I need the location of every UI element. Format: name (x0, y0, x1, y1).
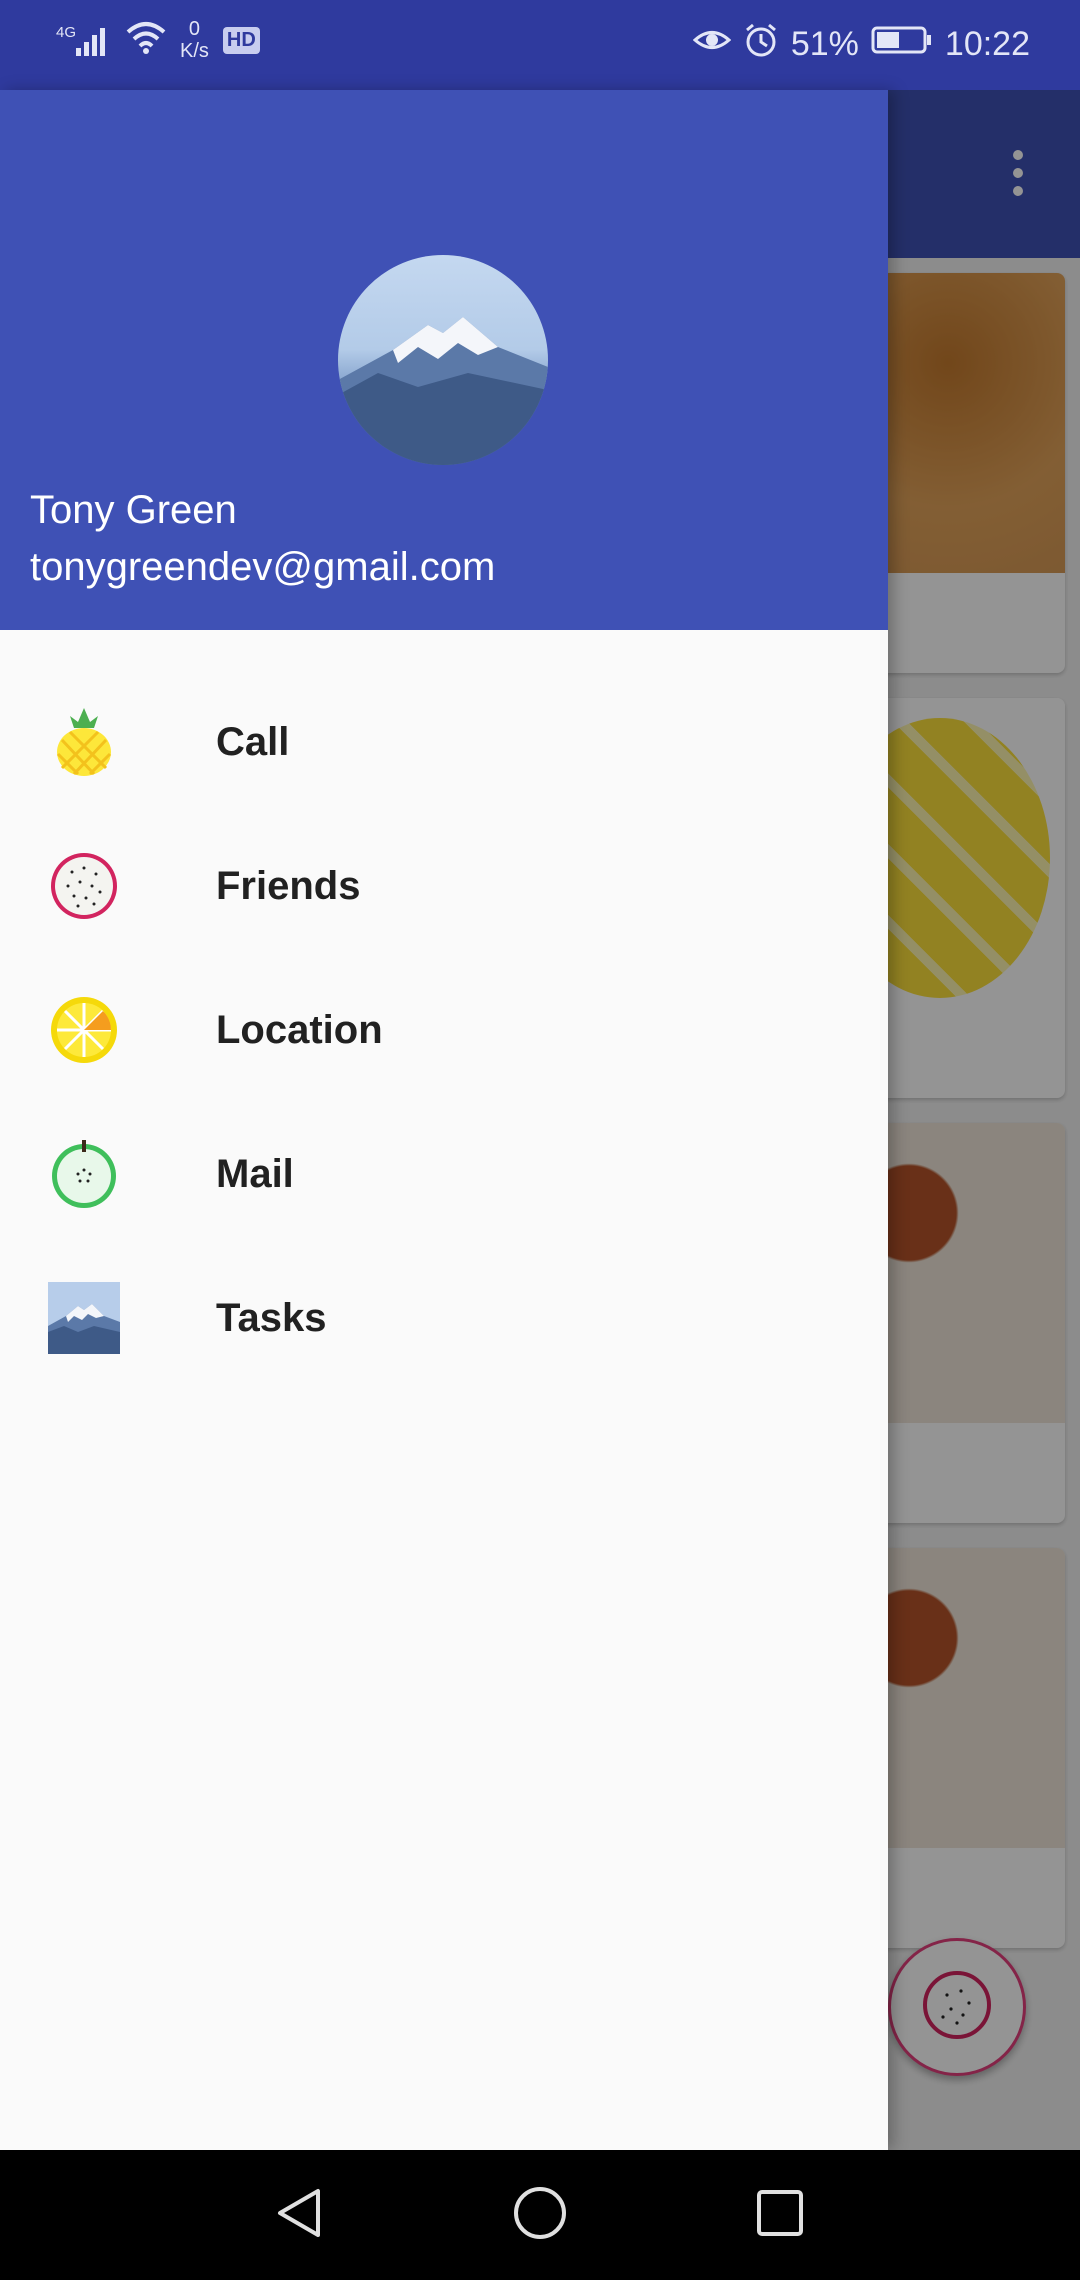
pineapple-icon (48, 706, 120, 778)
dragonfruit-icon (48, 850, 120, 922)
menu-item-label: Friends (216, 863, 361, 908)
battery-percent: 51% (790, 25, 859, 63)
navigation-drawer: Tony Green tonygreendev@gmail.com Call F… (0, 90, 888, 2150)
clock: 10:22 (944, 25, 1030, 63)
recents-button[interactable] (735, 2170, 825, 2260)
apple-icon (48, 1138, 120, 1210)
back-triangle-icon (270, 2183, 330, 2248)
wifi-icon (126, 20, 166, 61)
menu-item-label: Tasks (216, 1295, 327, 1340)
menu-item-friends[interactable]: Friends (0, 814, 888, 958)
alarm-icon (743, 22, 779, 67)
menu-item-label: Call (216, 719, 290, 764)
lemon-icon (48, 994, 120, 1066)
user-name: Tony Green (30, 488, 237, 532)
avatar[interactable] (338, 255, 548, 465)
status-bar: 4G 0 K/s HD 51% 10:22 (0, 0, 1080, 90)
back-button[interactable] (255, 2170, 345, 2260)
network-speed: 0 K/s (180, 18, 209, 62)
home-circle-icon (510, 2183, 570, 2248)
cellular-signal-icon: 4G (56, 20, 112, 60)
home-button[interactable] (495, 2170, 585, 2260)
menu-item-location[interactable]: Location (0, 958, 888, 1102)
drawer-menu: Call Friends Location Mail Tasks (0, 670, 888, 1390)
system-navigation-bar (0, 2150, 1080, 2280)
menu-item-label: Mail (216, 1151, 294, 1196)
eye-comfort-icon (692, 25, 732, 64)
menu-item-mail[interactable]: Mail (0, 1102, 888, 1246)
hd-badge: HD (222, 26, 260, 54)
menu-item-call[interactable]: Call (0, 670, 888, 814)
menu-item-tasks[interactable]: Tasks (0, 1246, 888, 1390)
user-email: tonygreendev@gmail.com (30, 545, 496, 589)
mountain-photo-icon (48, 1282, 120, 1354)
drawer-header: Tony Green tonygreendev@gmail.com (0, 90, 888, 630)
recents-square-icon (750, 2183, 810, 2248)
battery-icon (871, 25, 933, 64)
menu-item-label: Location (216, 1007, 383, 1052)
